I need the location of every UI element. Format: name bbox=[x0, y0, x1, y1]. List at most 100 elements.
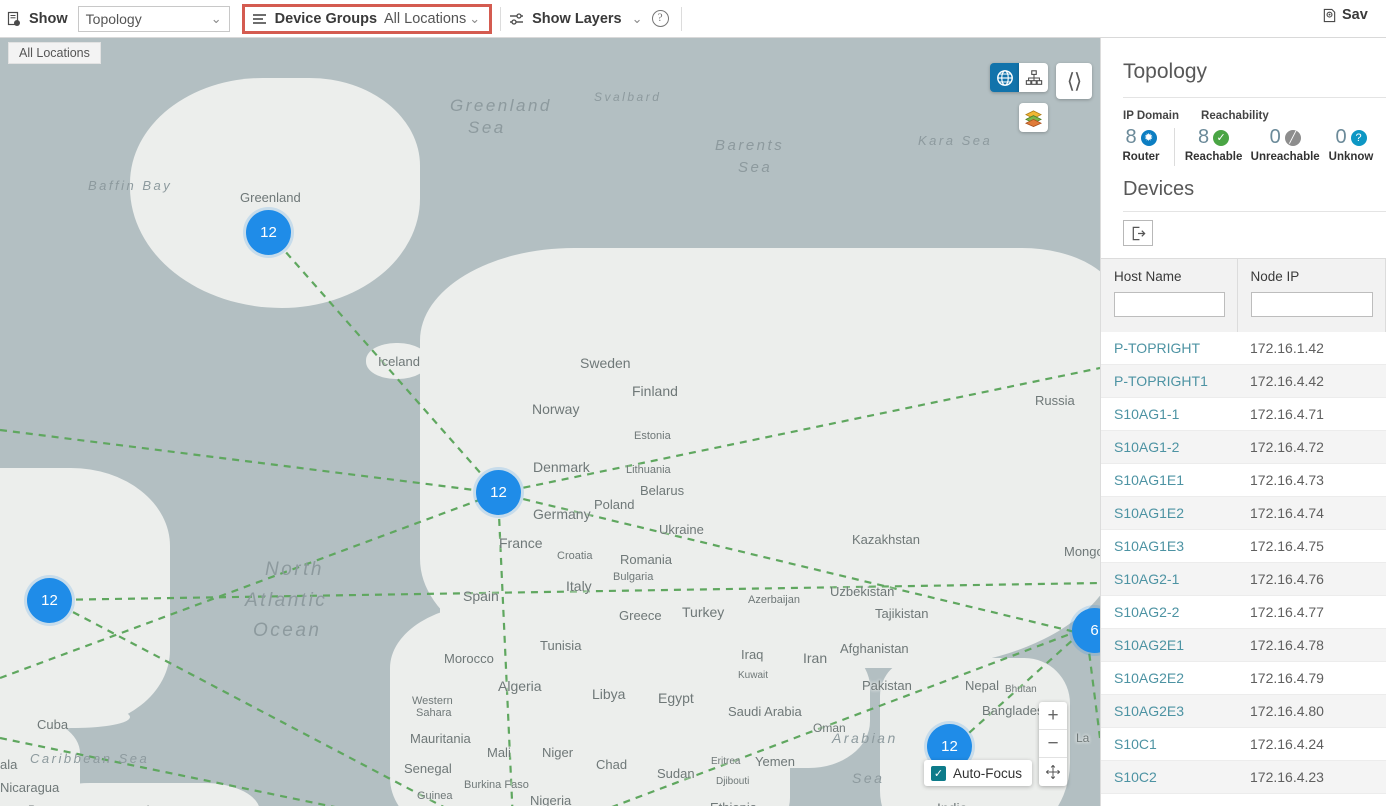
auto-focus-checkbox[interactable]: ✓ bbox=[931, 766, 946, 781]
landmass-north-america bbox=[0, 468, 170, 728]
geo-view-button[interactable] bbox=[990, 63, 1019, 92]
devices-table: Host Name Node IP P-TOPRIGHT172.16.1.42P… bbox=[1101, 258, 1386, 806]
details-panel: Topology IP Domain Reachability 8 ✹ Rout… bbox=[1100, 38, 1386, 806]
cell-host-name[interactable]: S10AG1-1 bbox=[1101, 398, 1237, 431]
cluster-marker[interactable]: 12 bbox=[246, 210, 291, 255]
cell-host-name[interactable]: S10AG1E3 bbox=[1101, 530, 1237, 563]
table-row[interactable]: P-TOPRIGHT1172.16.4.42 bbox=[1101, 365, 1386, 398]
fit-to-screen-button[interactable] bbox=[1039, 758, 1067, 786]
slash-circle-icon: ╱ bbox=[1285, 130, 1301, 146]
devices-table-body: P-TOPRIGHT172.16.1.42P-TOPRIGHT1172.16.4… bbox=[1101, 332, 1386, 806]
zoom-in-button[interactable]: + bbox=[1039, 702, 1067, 730]
cell-host-name[interactable]: S10AG2-1 bbox=[1101, 563, 1237, 596]
device-groups-icon bbox=[252, 12, 268, 26]
zoom-out-button[interactable]: − bbox=[1039, 730, 1067, 758]
stat-unknown[interactable]: 0 ? Unknow bbox=[1331, 126, 1371, 163]
table-row[interactable]: S10AG1E1172.16.4.73 bbox=[1101, 464, 1386, 497]
cell-host-name[interactable]: S10AG2E1 bbox=[1101, 629, 1237, 662]
cluster-marker[interactable]: 12 bbox=[476, 470, 521, 515]
table-row[interactable]: S10AG2E1172.16.4.78 bbox=[1101, 629, 1386, 662]
check-circle-icon: ✓ bbox=[1213, 130, 1229, 146]
sea-label: Sea bbox=[738, 159, 772, 176]
sea-label: Sea bbox=[468, 118, 506, 138]
table-row[interactable]: P-TOPRIGHT172.16.1.42 bbox=[1101, 332, 1386, 365]
stat-unreachable[interactable]: 0 ╱ Unreachable bbox=[1254, 126, 1316, 163]
table-row[interactable] bbox=[1101, 794, 1386, 806]
cell-host-name[interactable]: S10AG2E2 bbox=[1101, 662, 1237, 695]
show-control-group: Show Topology ⌄ bbox=[6, 0, 230, 38]
node-ip-filter-input[interactable] bbox=[1251, 292, 1374, 317]
cell-host-name[interactable]: S10AG1E2 bbox=[1101, 497, 1237, 530]
help-icon[interactable]: ? bbox=[652, 10, 669, 27]
cell-host-name[interactable]: P-TOPRIGHT bbox=[1101, 332, 1237, 365]
table-row[interactable]: S10AG2E2172.16.4.79 bbox=[1101, 662, 1386, 695]
host-name-filter-input[interactable] bbox=[1114, 292, 1225, 317]
chevron-down-icon: ⌄ bbox=[211, 11, 222, 27]
cell-node-ip: 172.16.1.42 bbox=[1237, 332, 1386, 365]
save-button[interactable]: Sav bbox=[1322, 7, 1386, 23]
stat-router[interactable]: 8 ✹ Router bbox=[1123, 126, 1159, 163]
router-icon: ✹ bbox=[1141, 130, 1157, 146]
stat-group-reachability: Reachability bbox=[1201, 110, 1269, 122]
auto-focus-toggle[interactable]: ✓ Auto-Focus bbox=[924, 760, 1032, 786]
stat-unreachable-label: Unreachable bbox=[1251, 151, 1320, 163]
device-groups-control[interactable]: Device Groups All Locations ⌄ bbox=[242, 4, 492, 34]
column-host-name-label: Host Name bbox=[1114, 269, 1182, 284]
cell-host-name[interactable] bbox=[1101, 794, 1237, 806]
cluster-marker[interactable]: 12 bbox=[27, 578, 72, 623]
toolbar-divider bbox=[500, 7, 501, 31]
logical-view-button[interactable] bbox=[1019, 63, 1048, 92]
cell-node-ip: 172.16.4.24 bbox=[1237, 728, 1386, 761]
column-node-ip[interactable]: Node IP bbox=[1237, 259, 1386, 333]
cell-host-name[interactable]: S10C1 bbox=[1101, 728, 1237, 761]
table-row[interactable]: S10AG1E2172.16.4.74 bbox=[1101, 497, 1386, 530]
sea-label: Ocean bbox=[253, 620, 321, 642]
geo-map[interactable]: All Locations GreenlandSeaBarentsSeaKara… bbox=[0, 38, 1100, 806]
stat-router-count: 8 bbox=[1125, 126, 1136, 149]
devices-title: Devices bbox=[1101, 166, 1386, 211]
cell-host-name[interactable]: S10AG2E3 bbox=[1101, 695, 1237, 728]
cell-host-name[interactable]: S10C2 bbox=[1101, 761, 1237, 794]
cell-host-name[interactable]: P-TOPRIGHT1 bbox=[1101, 365, 1237, 398]
sea-label: Svalbard bbox=[594, 90, 661, 104]
show-select[interactable]: Topology ⌄ bbox=[78, 6, 230, 32]
zoom-controls: + − bbox=[1039, 702, 1067, 786]
cell-node-ip: 172.16.4.42 bbox=[1237, 365, 1386, 398]
map-layers-button[interactable] bbox=[1019, 103, 1048, 132]
stat-unreachable-count: 0 bbox=[1270, 126, 1281, 149]
save-button-label: Sav bbox=[1342, 7, 1368, 23]
show-layers-label: Show Layers bbox=[532, 11, 621, 27]
layers-sliders-icon bbox=[509, 12, 525, 26]
landmass-arabia bbox=[700, 638, 870, 768]
table-row[interactable]: S10C2172.16.4.23 bbox=[1101, 761, 1386, 794]
stat-reachable[interactable]: 8 ✓ Reachable bbox=[1188, 126, 1239, 163]
table-row[interactable]: S10AG1-2172.16.4.72 bbox=[1101, 431, 1386, 464]
table-row[interactable]: S10AG1E3172.16.4.75 bbox=[1101, 530, 1386, 563]
table-row[interactable]: S10AG2E3172.16.4.80 bbox=[1101, 695, 1386, 728]
table-row[interactable]: S10AG2-2172.16.4.77 bbox=[1101, 596, 1386, 629]
breadcrumb[interactable]: All Locations bbox=[8, 42, 101, 64]
table-row[interactable]: S10C1172.16.4.24 bbox=[1101, 728, 1386, 761]
export-icon bbox=[1130, 225, 1147, 242]
stat-group-headers: IP Domain Reachability bbox=[1101, 98, 1386, 122]
map-layers-icon bbox=[1024, 108, 1043, 127]
cell-host-name[interactable]: S10AG1E1 bbox=[1101, 464, 1237, 497]
stat-unknown-label: Unknow bbox=[1329, 151, 1374, 163]
stats-row: 8 ✹ Router 8 ✓ Reachable 0 ╱ Unreachable bbox=[1101, 122, 1386, 166]
table-row[interactable]: S10AG2-1172.16.4.76 bbox=[1101, 563, 1386, 596]
stat-unknown-count: 0 bbox=[1335, 126, 1346, 149]
cell-host-name[interactable]: S10AG2-2 bbox=[1101, 596, 1237, 629]
sea-label: Atlantic bbox=[245, 590, 327, 612]
cell-host-name[interactable]: S10AG1-2 bbox=[1101, 431, 1237, 464]
column-host-name[interactable]: Host Name bbox=[1101, 259, 1237, 333]
stat-group-ip-domain: IP Domain bbox=[1123, 110, 1179, 122]
stat-reachable-count: 8 bbox=[1198, 126, 1209, 149]
table-row[interactable]: S10AG1-1172.16.4.71 bbox=[1101, 398, 1386, 431]
show-layers-control[interactable]: Show Layers ⌄ ? bbox=[509, 0, 668, 38]
collapse-panel-button[interactable]: ⟨⟩ bbox=[1056, 63, 1092, 99]
device-groups-value: All Locations bbox=[384, 11, 466, 27]
export-button[interactable] bbox=[1123, 220, 1153, 246]
cell-node-ip: 172.16.4.80 bbox=[1237, 695, 1386, 728]
stat-divider bbox=[1174, 128, 1175, 166]
cell-node-ip: 172.16.4.73 bbox=[1237, 464, 1386, 497]
